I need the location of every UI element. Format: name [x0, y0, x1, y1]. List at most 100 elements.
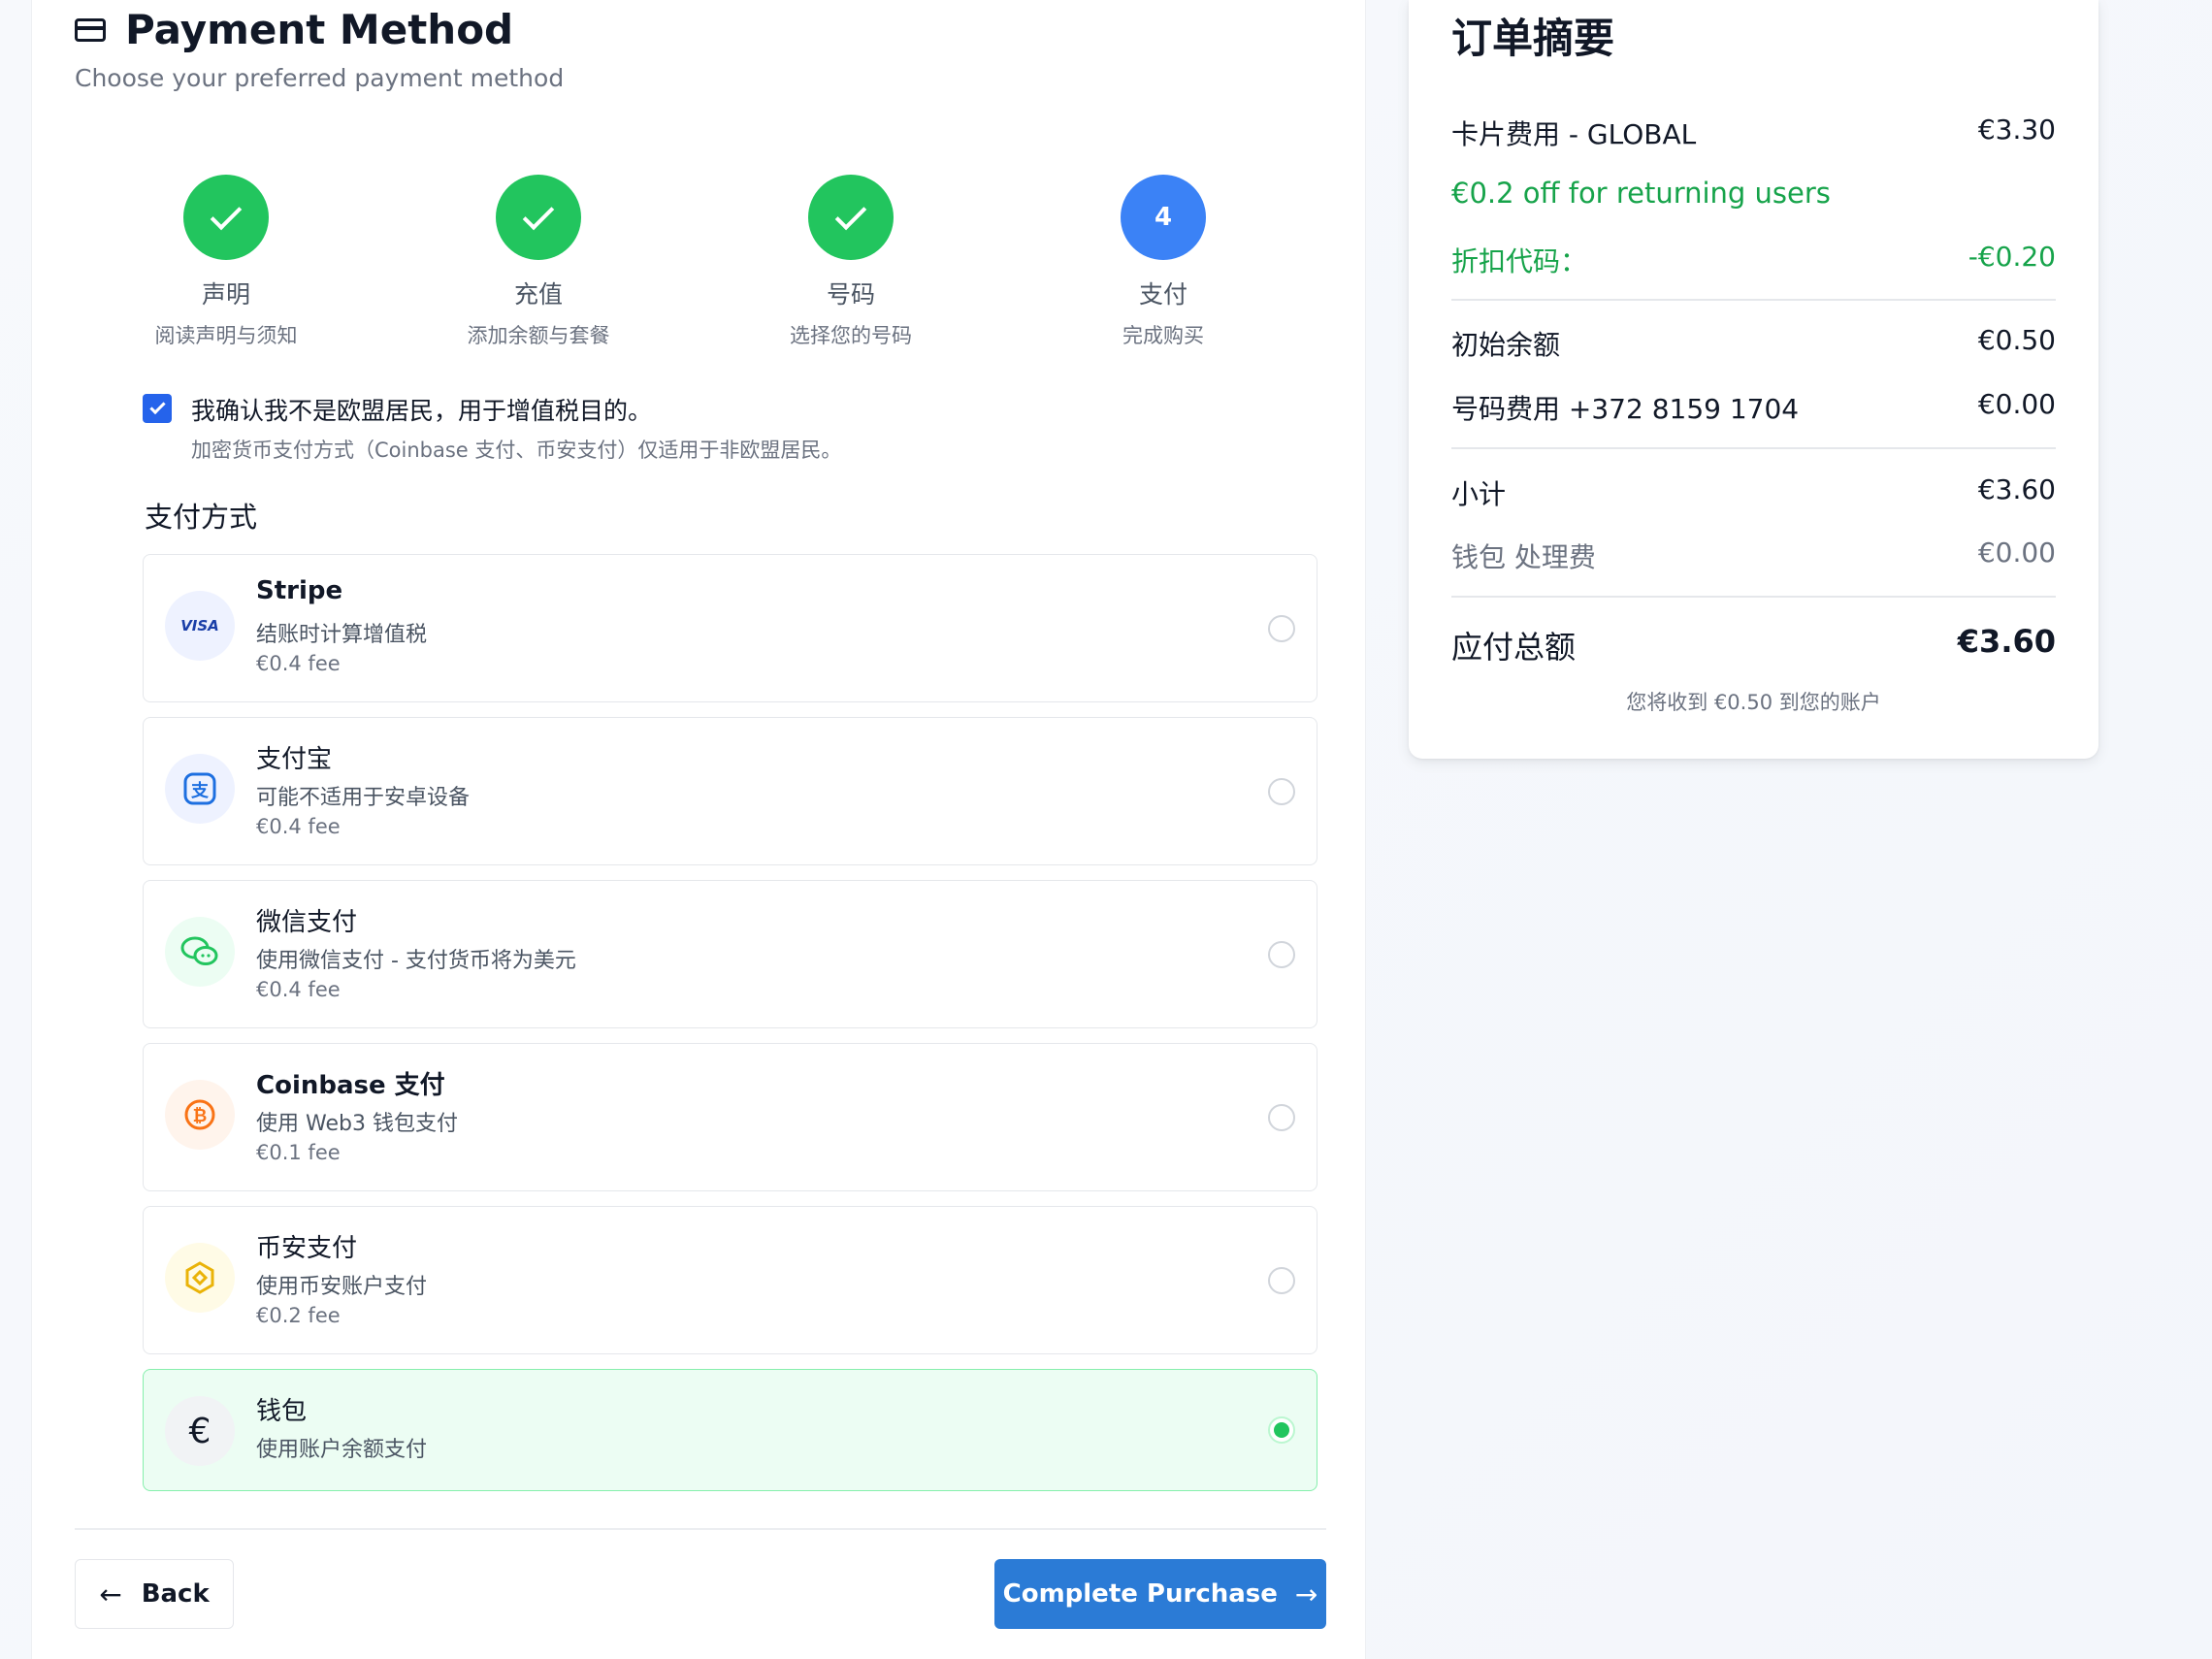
payment-methods-list: VISA Stripe 结账时计算增值税 €0.4 fee 支 支付宝 可能不适…: [143, 554, 1317, 1506]
number-fee-label: 号码费用 +372 8159 1704: [1451, 393, 1800, 425]
page-subtitle: Choose your preferred payment method: [75, 64, 565, 92]
payment-option-wallet[interactable]: € 钱包 使用账户余额支付: [143, 1369, 1317, 1491]
arrow-right-icon: →: [1294, 1578, 1318, 1610]
card-fee-row: 卡片费用 - GLOBAL €3.30: [1451, 114, 2056, 152]
card-fee-value: €3.30: [1977, 114, 2056, 146]
promo-text: €0.2 off for returning users: [1451, 177, 1831, 210]
step-number: 4: [1121, 175, 1206, 260]
step-4: 4 支付 完成购买: [1047, 175, 1280, 349]
step-1: 声明 阅读声明与须知: [110, 175, 342, 349]
binance-icon: [165, 1243, 235, 1313]
checkmark-icon: [522, 198, 555, 231]
step-3: 号码 选择您的号码: [734, 175, 967, 349]
payment-methods-heading: 支付方式: [145, 501, 258, 534]
card-fee-label: 卡片费用 - GLOBAL: [1451, 118, 1697, 150]
radio-dot: [1274, 1422, 1289, 1438]
step-desc: 添加余额与套餐: [467, 324, 610, 347]
back-button-label: Back: [141, 1579, 210, 1609]
step-desc: 阅读声明与须知: [154, 324, 298, 347]
svg-text:€: €: [189, 1412, 211, 1450]
method-radio[interactable]: [1268, 941, 1295, 968]
wallet-fee-label: 钱包 处理费: [1451, 541, 1596, 573]
visa-icon: VISA: [165, 591, 235, 661]
step-desc: 选择您的号码: [790, 324, 912, 347]
credit-card-icon: [75, 18, 106, 42]
order-summary: 订单摘要 卡片费用 - GLOBAL €3.30 €0.2 off for re…: [1409, 0, 2098, 759]
step-complete-icon: [183, 175, 269, 260]
svg-text:₿: ₿: [193, 1106, 208, 1126]
eu-confirm-note: 加密货币支付方式（Coinbase 支付、币安支付）仅适用于非欧盟居民。: [191, 439, 842, 462]
summary-divider: [1451, 447, 2056, 449]
method-radio[interactable]: [1268, 778, 1295, 805]
back-button[interactable]: ← Back: [75, 1559, 234, 1629]
step-complete-icon: [496, 175, 581, 260]
method-radio[interactable]: [1268, 1267, 1295, 1294]
method-fee: €0.2 fee: [256, 1304, 341, 1327]
wechat-icon: [165, 917, 235, 987]
step-2: 充值 添加余额与套餐: [422, 175, 655, 349]
eu-confirm-checkbox[interactable]: [143, 394, 172, 423]
step-complete-icon: [808, 175, 894, 260]
payment-option-wechat[interactable]: 微信支付 使用微信支付 - 支付货币将为美元 €0.4 fee: [143, 880, 1317, 1028]
method-title: 微信支付: [256, 908, 358, 937]
total-label: 应付总额: [1451, 629, 1577, 666]
payment-card: Payment Method Choose your preferred pay…: [31, 0, 1366, 1659]
step-title: 支付: [1138, 280, 1187, 309]
svg-text:VISA: VISA: [180, 617, 219, 634]
method-title: 钱包: [256, 1397, 308, 1426]
step-title: 号码: [826, 280, 875, 309]
method-desc: 使用微信支付 - 支付货币将为美元: [256, 949, 576, 973]
eu-confirm-label[interactable]: 我确认我不是欧盟居民，用于增值税目的。: [191, 392, 652, 427]
initial-balance-row: 初始余额 €0.50: [1451, 324, 2056, 363]
page-title-text: Payment Method: [125, 5, 514, 53]
method-radio[interactable]: [1268, 615, 1295, 642]
checkmark-icon: [834, 198, 867, 231]
method-fee: €0.1 fee: [256, 1141, 341, 1164]
method-desc: 结账时计算增值税: [256, 623, 428, 647]
arrow-left-icon: ←: [99, 1578, 122, 1610]
balance-note: 您将收到 €0.50 到您的账户: [1626, 691, 1881, 714]
footer-divider: [75, 1528, 1326, 1530]
method-title: Coinbase 支付: [256, 1071, 445, 1100]
payment-option-stripe[interactable]: VISA Stripe 结账时计算增值税 €0.4 fee: [143, 554, 1317, 702]
discount-label: 折扣代码：: [1451, 245, 1588, 277]
method-desc: 使用账户余额支付: [256, 1438, 428, 1462]
method-fee: €0.4 fee: [256, 978, 341, 1001]
complete-purchase-button[interactable]: Complete Purchase →: [994, 1559, 1326, 1629]
euro-icon: €: [165, 1396, 235, 1466]
method-radio-selected[interactable]: [1268, 1416, 1295, 1444]
step-desc: 完成购买: [1122, 324, 1204, 347]
page-title: Payment Method: [75, 4, 564, 54]
wallet-fee-value: €0.00: [1977, 537, 2056, 569]
coinbase-icon: ₿: [165, 1080, 235, 1150]
payment-option-binance[interactable]: 币安支付 使用币安账户支付 €0.2 fee: [143, 1206, 1317, 1354]
subtotal-label: 小计: [1451, 478, 1507, 510]
svg-text:支: 支: [190, 780, 210, 801]
method-fee: €0.4 fee: [256, 652, 341, 675]
number-fee-row: 号码费用 +372 8159 1704 €0.00: [1451, 388, 2056, 427]
step-title: 声明: [201, 280, 250, 309]
checkmark-icon: [210, 198, 243, 231]
discount-row: 折扣代码： -€0.20: [1451, 241, 2056, 279]
progress-stepper: 声明 阅读声明与须知 充值 添加余额与套餐 号码 选择您的号码 4 支付 完成购…: [110, 175, 1361, 349]
method-desc: 使用 Web3 钱包支付: [256, 1112, 458, 1136]
summary-divider: [1451, 299, 2056, 301]
initial-balance-value: €0.50: [1977, 324, 2056, 356]
payment-option-coinbase[interactable]: ₿ Coinbase 支付 使用 Web3 钱包支付 €0.1 fee: [143, 1043, 1317, 1191]
initial-balance-label: 初始余额: [1451, 329, 1561, 361]
method-radio[interactable]: [1268, 1104, 1295, 1131]
payment-option-alipay[interactable]: 支 支付宝 可能不适用于安卓设备 €0.4 fee: [143, 717, 1317, 865]
step-title: 充值: [513, 280, 563, 309]
method-desc: 使用币安账户支付: [256, 1275, 428, 1299]
method-title: Stripe: [256, 576, 343, 605]
summary-divider: [1451, 596, 2056, 598]
discount-value: -€0.20: [1968, 241, 2056, 273]
method-title: 币安支付: [256, 1234, 358, 1263]
checkmark-icon: [148, 398, 166, 415]
subtotal-row: 小计 €3.60: [1451, 473, 2056, 512]
method-title: 支付宝: [256, 745, 333, 774]
method-desc: 可能不适用于安卓设备: [256, 786, 471, 810]
subtotal-value: €3.60: [1977, 473, 2056, 505]
method-fee: €0.4 fee: [256, 815, 341, 838]
wallet-fee-row: 钱包 处理费 €0.00: [1451, 537, 2056, 575]
